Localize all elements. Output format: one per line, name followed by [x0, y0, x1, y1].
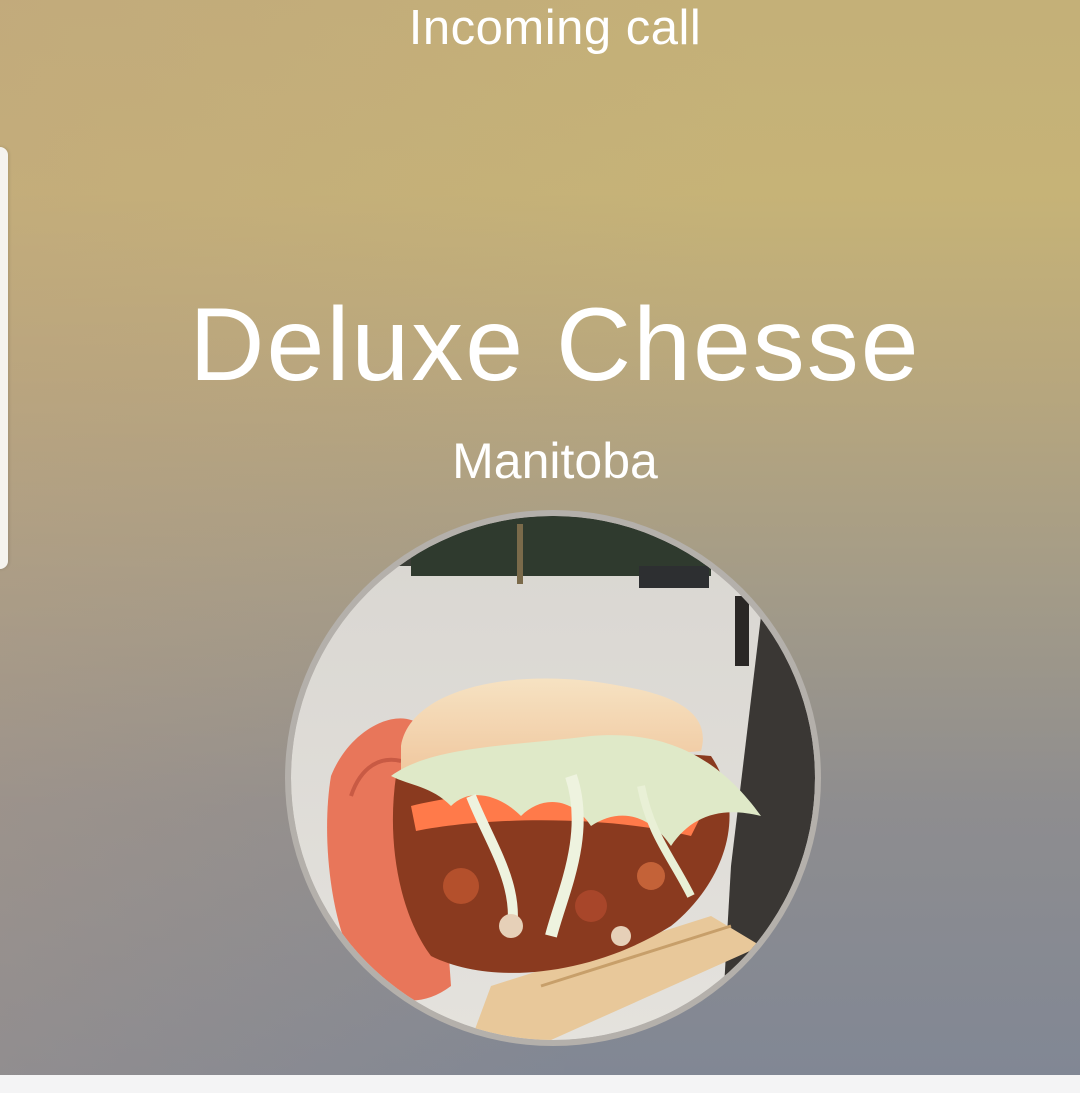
incoming-call-screen: Incoming call Deluxe Chesse Manitoba: [0, 0, 1080, 1075]
caller-name: Deluxe Chesse: [189, 287, 921, 403]
caller-avatar: [285, 510, 821, 1046]
bottom-bar: [0, 1075, 1080, 1093]
call-status-label: Incoming call: [408, 1, 702, 55]
caller-photo-burger-icon: [291, 516, 815, 1040]
caller-location: Manitoba: [452, 433, 658, 489]
